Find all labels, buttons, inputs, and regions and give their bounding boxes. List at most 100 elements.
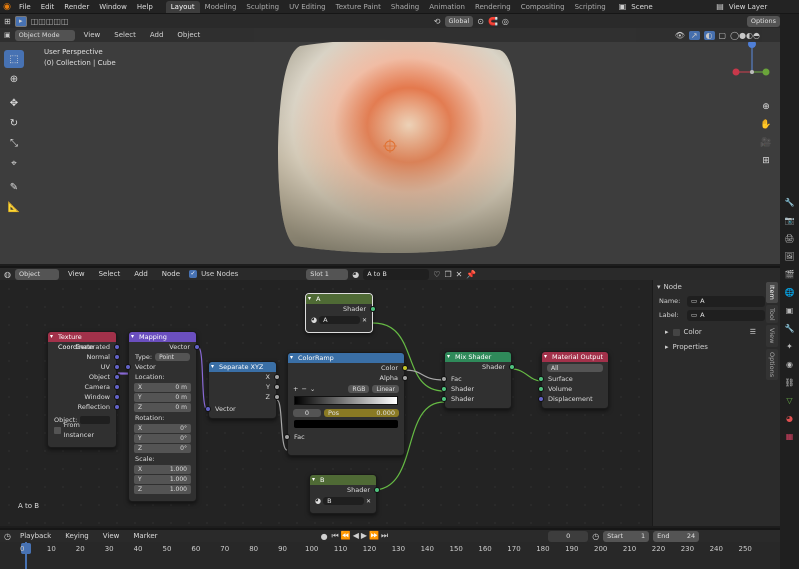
shading-modes-icon[interactable]: ◯●◐◓ xyxy=(730,31,760,40)
current-frame-field[interactable]: 0 xyxy=(548,530,589,542)
tab-layout[interactable]: Layout xyxy=(165,1,200,13)
image-name-field[interactable]: A xyxy=(319,316,360,324)
view-layer-name[interactable]: View Layer xyxy=(724,0,772,14)
cursor-tool-icon[interactable]: ⊕ xyxy=(4,70,24,88)
interpolation-select[interactable]: Linear xyxy=(372,385,399,393)
socket-alpha[interactable]: Alpha xyxy=(288,373,408,383)
measure-tool-icon[interactable]: 📐 xyxy=(4,198,24,216)
scale-x[interactable]: X 1.000 xyxy=(134,465,191,474)
start-frame-field[interactable]: Start 1 xyxy=(603,530,650,542)
socket-window[interactable]: Window xyxy=(48,392,120,402)
socket-fac-in[interactable]: Fac xyxy=(284,432,404,442)
properties-subpanel[interactable]: ▸ Properties xyxy=(653,340,780,354)
tab-item[interactable]: Item xyxy=(766,282,778,303)
socket-displacement[interactable]: Displacement xyxy=(538,394,608,404)
node-section-header[interactable]: ▾ Node xyxy=(653,280,780,294)
orientation-icon[interactable]: ⟲ xyxy=(434,17,441,26)
material-name-field[interactable]: A to B xyxy=(363,268,430,280)
playback-controls-icon[interactable]: ⏮⏪◀▶⏩⏭ xyxy=(332,531,391,541)
socket-fac[interactable]: Fac xyxy=(441,374,511,384)
object-mode-icon[interactable]: ▣ xyxy=(4,31,11,39)
socket-z[interactable]: Z xyxy=(209,392,280,402)
texture-props-icon[interactable]: ▦ xyxy=(780,428,799,446)
camera-icon[interactable]: 🎥 xyxy=(758,134,774,152)
node-menu-add[interactable]: Add xyxy=(129,267,153,281)
viewport-menu-object[interactable]: Object xyxy=(172,28,205,42)
scale-y[interactable]: Y 1.000 xyxy=(134,475,191,484)
tab-view[interactable]: View xyxy=(766,325,778,347)
zoom-icon[interactable]: ⊕ xyxy=(758,98,774,116)
node-editor-canvas[interactable]: Texture Coordinate Generated Normal UV O… xyxy=(0,280,652,526)
tool-props-icon[interactable]: 🔧 xyxy=(780,194,799,212)
slot-select[interactable]: Slot 1 xyxy=(306,268,349,280)
socket-shader-1[interactable]: Shader xyxy=(441,384,511,394)
target-select[interactable]: All xyxy=(547,364,603,372)
overlay-icon[interactable]: ◐ xyxy=(703,30,715,40)
options-button[interactable]: Options xyxy=(746,15,780,27)
viewport-menu-view[interactable]: View xyxy=(79,28,106,42)
pin-icon[interactable]: 📌 xyxy=(466,270,476,279)
use-nodes-checkbox[interactable]: ✓ xyxy=(189,270,198,278)
physics-props-icon[interactable]: ◉ xyxy=(780,356,799,374)
select-tool-icon[interactable]: ⬚ xyxy=(4,50,24,68)
menu-edit[interactable]: Edit xyxy=(36,0,60,14)
socket-vector-out[interactable]: Vector xyxy=(129,342,200,352)
socket-shader-2[interactable]: Shader xyxy=(441,394,511,404)
timeline-editor-icon[interactable]: ◷ xyxy=(4,532,11,541)
constraints-props-icon[interactable]: ⛓ xyxy=(780,374,799,392)
node-mapping[interactable]: Mapping Vector Type:Point Vector Locatio… xyxy=(125,331,200,502)
viewport-menu-add[interactable]: Add xyxy=(145,28,169,42)
label-field[interactable]: ▭ A xyxy=(687,309,765,321)
menu-help[interactable]: Help xyxy=(132,0,158,14)
node-texture-coordinate[interactable]: Texture Coordinate Generated Normal UV O… xyxy=(47,331,120,448)
socket-surface[interactable]: Surface xyxy=(538,374,608,384)
pan-icon[interactable]: ✋ xyxy=(758,116,774,134)
record-icon[interactable]: ● xyxy=(321,532,328,541)
socket-uv[interactable]: UV xyxy=(48,362,120,372)
render-props-icon[interactable]: 📷 xyxy=(780,212,799,230)
scale-z[interactable]: Z 1.000 xyxy=(134,485,191,494)
socket-volume[interactable]: Volume xyxy=(538,384,608,394)
transform-orientation-select[interactable]: Global xyxy=(444,15,474,27)
scale-tool-icon[interactable]: ⤡ xyxy=(4,134,24,152)
remove-stop-icon[interactable]: − xyxy=(301,385,306,393)
node-editor-type-icon[interactable]: ◍ xyxy=(4,270,11,279)
location-x[interactable]: X0 m xyxy=(134,383,191,392)
object-props-icon[interactable]: ▣ xyxy=(780,302,799,320)
position-field[interactable]: Pos 0.000 xyxy=(324,409,399,417)
node-image-a[interactable]: A Shader ◕ A ✕ xyxy=(305,293,376,333)
menu-window[interactable]: Window xyxy=(94,0,132,14)
blender-logo-icon[interactable]: ◉ xyxy=(0,2,14,12)
socket-vector-in[interactable]: Vector xyxy=(205,404,276,414)
color-ramp-gradient[interactable] xyxy=(294,396,398,405)
tab-texture-paint[interactable]: Texture Paint xyxy=(331,1,386,13)
object-mode-select[interactable]: Object Mode xyxy=(14,29,75,41)
3d-viewport[interactable]: User Perspective (0) Collection | Cube ⊕… xyxy=(0,28,780,264)
particles-props-icon[interactable]: ✦ xyxy=(780,338,799,356)
color-subpanel[interactable]: ▸ Color ☰ xyxy=(653,324,780,340)
fake-user-icon[interactable]: ♡ xyxy=(433,270,440,279)
add-stop-icon[interactable]: + xyxy=(293,385,298,393)
socket-vector-in[interactable]: Vector xyxy=(125,362,196,372)
node-separate-xyz[interactable]: Separate XYZ X Y Z Vector xyxy=(205,361,280,419)
editor-type-icon[interactable]: ⊞ xyxy=(4,17,11,26)
tab-shading[interactable]: Shading xyxy=(386,1,424,13)
from-instancer-checkbox[interactable]: From Instancer xyxy=(48,421,116,439)
duplicate-icon[interactable]: ❐ xyxy=(444,270,451,279)
socket-color[interactable]: Color xyxy=(288,363,408,373)
socket-generated[interactable]: Generated xyxy=(48,342,120,352)
stop-index-field[interactable]: 0 xyxy=(293,409,321,417)
color-checkbox[interactable] xyxy=(672,328,680,336)
rotation-y[interactable]: Y 0° xyxy=(134,434,191,443)
view-layer-icon[interactable]: ▤ xyxy=(716,2,724,11)
timeline-ruler[interactable]: 0 10 20 30 40 50 60 70 80 90 100 110 120 130 140 150 160… xyxy=(0,542,780,569)
tab-sculpting[interactable]: Sculpting xyxy=(241,1,284,13)
end-frame-field[interactable]: End 24 xyxy=(653,530,700,542)
material-browse-icon[interactable]: ◕ xyxy=(352,270,359,279)
gizmo-toggle-icon[interactable]: ↗ xyxy=(688,30,700,40)
node-mix-shader[interactable]: Mix Shader Shader Fac Shader Shader xyxy=(441,351,515,409)
color-mode-select[interactable]: RGB xyxy=(348,385,370,393)
world-props-icon[interactable]: 🌐 xyxy=(780,284,799,302)
socket-shader-out[interactable]: Shader xyxy=(310,485,380,495)
data-props-icon[interactable]: ▽ xyxy=(780,392,799,410)
